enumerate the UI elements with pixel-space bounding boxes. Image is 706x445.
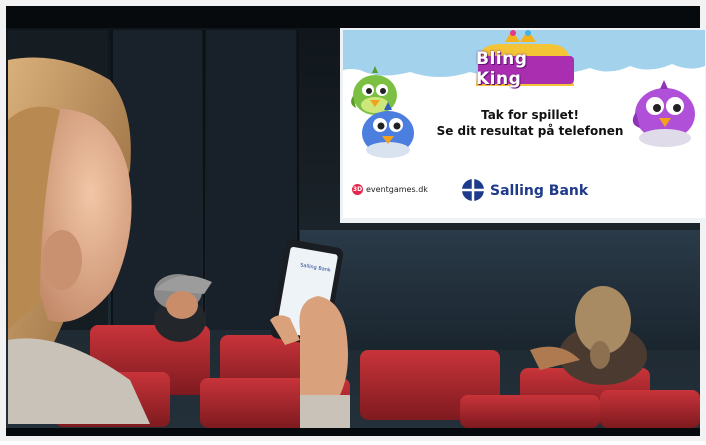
eventgames-logo: 3D eventgames.dk xyxy=(352,184,428,195)
result-message: Se dit resultat på telefonen xyxy=(436,124,624,138)
scene-illustration xyxy=(0,0,706,441)
thanks-message: Tak for spillet! xyxy=(481,108,579,122)
eventgames-badge-icon: 3D xyxy=(352,184,363,195)
game-title-logo: Bling King xyxy=(476,49,528,89)
salling-bank-text: Salling Bank xyxy=(490,183,589,199)
eventgames-text: eventgames.dk xyxy=(366,185,428,194)
cinema-scene: Bling King Tak for spillet! Se dit resul… xyxy=(0,0,706,441)
salling-bank-logo: Salling Bank xyxy=(490,183,588,199)
